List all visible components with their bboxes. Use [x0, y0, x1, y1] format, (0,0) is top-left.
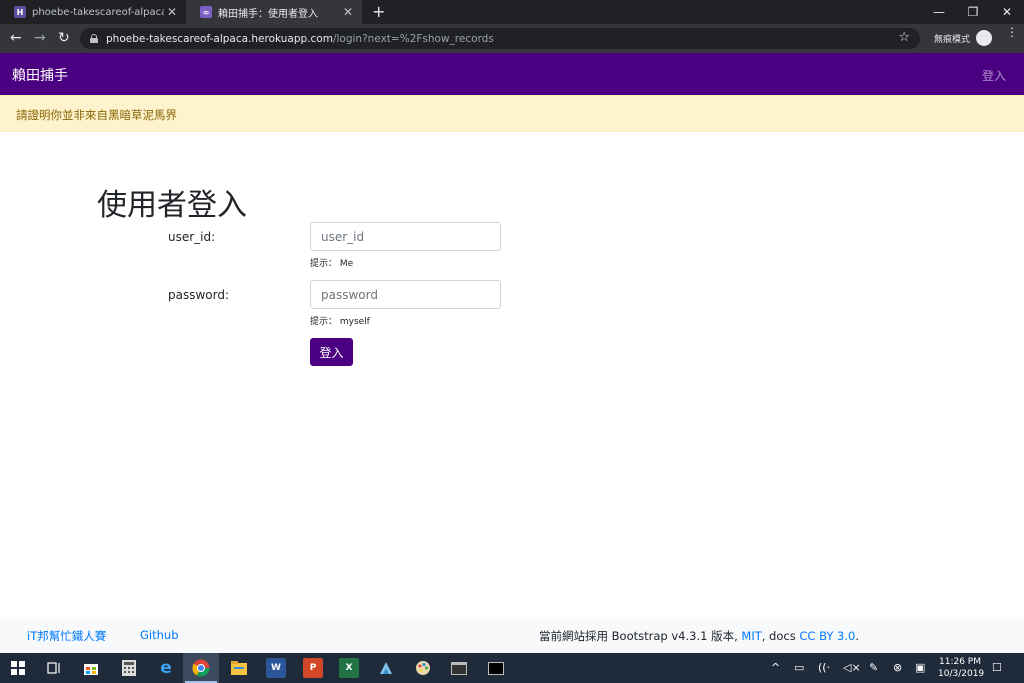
- site-navbar: 賴田捕手 登入: [0, 53, 1024, 95]
- windows-taskbar: e W P X ^ ▭ ((· ◁× ✎ ⊗ ▣ 11:26 PM 10/3/2…: [0, 653, 1024, 683]
- incognito-label: 無痕模式: [934, 35, 971, 45]
- wifi-icon[interactable]: ((·: [818, 661, 830, 674]
- clock-date: 10/3/2019: [938, 669, 985, 679]
- browser-toolbar: ← → ↻ phoebe-takescareof-alpaca.herokuap…: [0, 24, 1024, 53]
- user-id-input[interactable]: [310, 222, 501, 251]
- close-icon[interactable]: ✕: [164, 5, 180, 19]
- app-icon[interactable]: [376, 658, 396, 678]
- page-title: 使用者登入: [97, 188, 247, 223]
- calculator-icon[interactable]: [119, 658, 139, 678]
- credit-prefix: 當前網站採用 Bootstrap v4.3.1 版本,: [539, 629, 742, 643]
- volume-muted-icon[interactable]: ◁×: [843, 661, 861, 674]
- back-arrow-icon[interactable]: ←: [10, 30, 22, 46]
- incognito-icon[interactable]: [976, 30, 992, 46]
- command-prompt-icon[interactable]: [486, 658, 506, 678]
- excel-icon[interactable]: X: [339, 658, 359, 678]
- github-link[interactable]: Github: [140, 628, 179, 642]
- reload-icon[interactable]: ↻: [58, 30, 70, 46]
- chrome-icon[interactable]: [191, 658, 211, 678]
- ithome-link[interactable]: iT邦幫忙鐵人賽: [27, 628, 106, 644]
- site-footer: iT邦幫忙鐵人賽 Github 當前網站採用 Bootstrap v4.3.1 …: [0, 617, 1024, 653]
- warning-alert: 請證明你並非來自黑暗草泥馬界: [0, 95, 1024, 132]
- powerpoint-icon[interactable]: P: [303, 658, 323, 678]
- store-icon[interactable]: [81, 658, 101, 678]
- alert-message: 請證明你並非來自黑暗草泥馬界: [16, 108, 177, 122]
- url-path: /login?next=%2Fshow_records: [332, 32, 494, 45]
- close-icon[interactable]: ✕: [340, 5, 356, 19]
- new-tab-icon[interactable]: +: [372, 2, 385, 21]
- task-view-icon[interactable]: [44, 658, 64, 678]
- navbar-brand[interactable]: 賴田捕手: [12, 65, 68, 85]
- lock-icon: [90, 34, 98, 43]
- notes-icon[interactable]: ▣: [915, 661, 925, 674]
- tab-title: phoebe-takescareof-alpaca · Log: [32, 6, 164, 18]
- user-id-hint: 提示： Me: [310, 259, 354, 269]
- login-submit-button[interactable]: 登入: [310, 338, 353, 366]
- word-icon[interactable]: W: [266, 658, 286, 678]
- bookmark-star-icon[interactable]: ☆: [898, 30, 910, 45]
- credit-suffix: .: [855, 629, 859, 643]
- clock-time: 11:26 PM: [939, 657, 981, 667]
- address-bar[interactable]: phoebe-takescareof-alpaca.herokuapp.com /…: [80, 28, 920, 49]
- minimize-icon[interactable]: —: [922, 0, 956, 24]
- tab-current[interactable]: ∞ 賴田捕手：使用者登入 ✕: [186, 0, 362, 24]
- heroku-favicon-icon: H: [14, 6, 26, 18]
- cc-license-link[interactable]: CC BY 3.0: [799, 629, 855, 643]
- window-close-icon[interactable]: ✕: [990, 0, 1024, 24]
- tab-title: 賴田捕手：使用者登入: [218, 8, 318, 20]
- edge-icon[interactable]: e: [156, 658, 176, 678]
- credit-mid: , docs: [761, 629, 800, 643]
- forward-arrow-icon[interactable]: →: [34, 30, 46, 46]
- chevron-up-icon[interactable]: ^: [771, 661, 780, 674]
- file-explorer-icon[interactable]: [229, 658, 249, 678]
- footer-credit: 當前網站採用 Bootstrap v4.3.1 版本, MIT, docs CC…: [539, 628, 859, 644]
- menu-dots-icon[interactable]: ⋮: [1006, 26, 1018, 38]
- url-host: phoebe-takescareof-alpaca.herokuapp.com: [106, 32, 333, 45]
- browser-tabstrip: H phoebe-takescareof-alpaca · Log ✕ ∞ 賴田…: [0, 0, 1024, 24]
- paint-icon[interactable]: [413, 658, 433, 678]
- taskbar-clock[interactable]: 11:26 PM 10/3/2019: [938, 656, 985, 680]
- windows-start-icon[interactable]: [8, 658, 28, 678]
- restore-icon[interactable]: ❐: [956, 0, 990, 24]
- site-favicon-icon: ∞: [200, 6, 212, 18]
- pen-icon[interactable]: ✎: [869, 661, 878, 674]
- action-center-icon[interactable]: ☐: [992, 661, 1002, 674]
- password-label: password:: [168, 288, 230, 302]
- terminal-icon[interactable]: [449, 658, 469, 678]
- user-id-label: user_id:: [168, 230, 216, 244]
- password-input[interactable]: [310, 280, 501, 309]
- blocked-icon[interactable]: ⊗: [893, 661, 902, 674]
- tab-login-log[interactable]: H phoebe-takescareof-alpaca · Log ✕: [0, 0, 186, 24]
- mit-link[interactable]: MIT: [741, 629, 761, 643]
- battery-icon[interactable]: ▭: [794, 661, 804, 674]
- password-hint: 提示： myself: [310, 317, 370, 327]
- navbar-login-link[interactable]: 登入: [982, 67, 1006, 84]
